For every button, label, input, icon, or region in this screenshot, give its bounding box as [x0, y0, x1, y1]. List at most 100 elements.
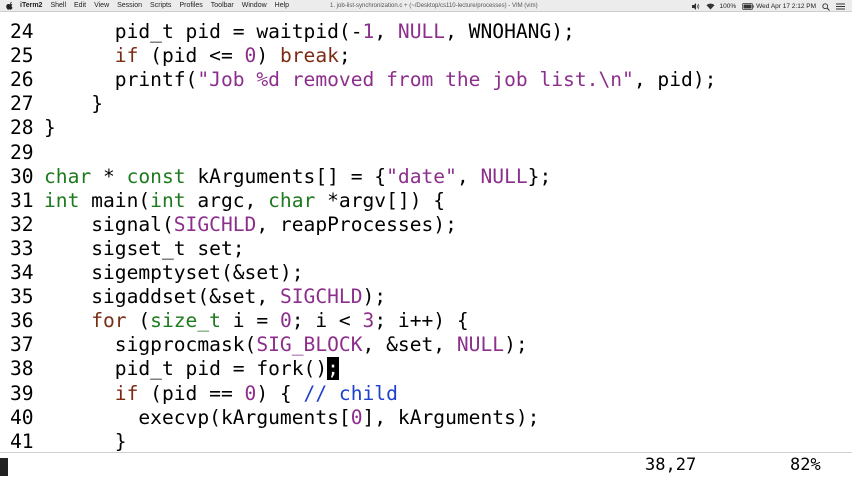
menu-shell[interactable]: Shell [50, 2, 66, 9]
vim-editor-buffer[interactable]: 24 pid_t pid = waitpid(-1, NULL, WNOHANG… [0, 12, 852, 452]
menu-scripts[interactable]: Scripts [150, 2, 171, 9]
code-token: ) { [256, 381, 304, 405]
code-text: } [44, 430, 127, 452]
menu-profiles[interactable]: Profiles [179, 2, 202, 9]
code-text: execvp(kArguments[0], kArguments); [44, 406, 539, 430]
code-token: \n [598, 68, 623, 92]
menu-window[interactable]: Window [242, 2, 267, 9]
code-line[interactable]: 24 pid_t pid = waitpid(-1, NULL, WNOHANG… [0, 20, 575, 44]
code-token: *argv[]) { [315, 188, 446, 212]
code-line[interactable]: 39 if (pid == 0) { // child [0, 382, 398, 406]
status-divider [0, 452, 852, 453]
code-line[interactable]: 26 printf("Job %d removed from the job l… [0, 68, 716, 92]
menubar-app-name[interactable]: iTerm2 [20, 2, 42, 9]
vim-status-line: 38,27 82% [0, 452, 852, 480]
menu-edit[interactable]: Edit [74, 2, 86, 9]
code-line[interactable]: 40 execvp(kArguments[0], kArguments); [0, 406, 539, 430]
code-token: NULL [397, 20, 446, 43]
code-token: char [268, 188, 316, 212]
code-line[interactable]: 28} [0, 116, 56, 140]
code-token: SIGCHLD [279, 285, 363, 309]
code-token: int [44, 188, 80, 212]
code-text: pid_t pid = waitpid(-1, NULL, WNOHANG); [44, 20, 575, 44]
code-token: pid_t pid = waitpid(- [114, 20, 363, 43]
code-text: sigemptyset(&set); [44, 261, 304, 285]
code-line[interactable]: 32 signal(SIGCHLD, reapProcesses); [0, 213, 457, 237]
code-token: sigaddset(&set, [91, 285, 280, 309]
code-line[interactable]: 30 char * const kArguments[] = {"date", N… [0, 165, 551, 189]
code-token: , pid); [633, 68, 717, 92]
code-line[interactable]: 35 sigaddset(&set, SIGCHLD); [0, 285, 386, 309]
spotlight-search-icon[interactable] [822, 2, 830, 11]
code-line[interactable]: 38 pid_t pid = fork(); [0, 357, 339, 381]
code-token: sigset_t set; [91, 236, 245, 260]
code-token: NULL [456, 333, 505, 357]
cursor-position: 38,27 [645, 455, 697, 475]
code-text: if (pid <= 0) break; [44, 44, 351, 68]
menu-view[interactable]: View [94, 2, 109, 9]
code-line[interactable]: 36 for (size_t i = 0; i < 3; i++) { [0, 309, 469, 333]
code-line[interactable]: 33 sigset_t set; [0, 237, 245, 261]
code-token: ; i++) { [374, 309, 469, 333]
menu-toolbar[interactable]: Toolbar [211, 2, 234, 9]
code-token: ) [256, 44, 280, 68]
menubar-status-area: 100% Wed Apr 17 2:12 PM [691, 0, 845, 12]
window-title: 1. job-list-synchronization.c + (~/Deskt… [330, 3, 538, 9]
code-token: execvp(kArguments[ [138, 405, 351, 429]
line-number: 36 [10, 309, 34, 333]
code-token: (pid == [138, 381, 245, 405]
text-cursor: ; [327, 357, 339, 381]
code-token: signal( [91, 212, 174, 236]
code-token: , &set, [362, 333, 457, 357]
code-text: char * const kArguments[] = {"date", NUL… [44, 165, 551, 189]
code-token: (pid <= [138, 44, 245, 68]
code-token: NULL [480, 164, 528, 188]
apple-menu-icon[interactable] [6, 1, 14, 10]
code-line[interactable]: 41 } [0, 430, 127, 452]
battery-icon[interactable] [742, 2, 754, 10]
menu-help[interactable]: Help [275, 2, 289, 9]
code-token: // child [303, 381, 398, 405]
code-token: sigprocmask( [114, 333, 257, 357]
code-token: 3 [362, 309, 375, 333]
line-number: 30 [10, 164, 34, 188]
code-line[interactable]: 31 int main(int argc, char *argv[]) { [0, 189, 445, 213]
code-line[interactable]: 34 sigemptyset(&set); [0, 261, 304, 285]
code-line[interactable]: 29 [0, 141, 44, 165]
code-token: ], kArguments); [362, 405, 540, 429]
line-number: 27 [10, 92, 34, 116]
code-token: 0 [244, 381, 257, 405]
code-token: "Job [197, 68, 257, 92]
code-text: } [44, 116, 56, 140]
notification-center-icon[interactable] [836, 3, 845, 10]
code-token: int [150, 188, 186, 212]
line-number: 32 [10, 212, 34, 236]
code-text: sigset_t set; [44, 236, 245, 261]
code-token: SIGCHLD [173, 212, 257, 236]
code-token: , [456, 164, 481, 188]
code-token: removed from the job list. [279, 68, 599, 92]
terminal-left-marker [0, 458, 8, 476]
wifi-icon[interactable] [706, 3, 715, 10]
code-token: kArguments[] = { [185, 164, 387, 188]
code-token: const [126, 164, 186, 188]
code-token: " [622, 68, 634, 92]
code-token: 0 [244, 44, 257, 68]
code-token: * [91, 164, 127, 188]
code-token: } [91, 92, 103, 116]
code-text: } [44, 92, 103, 116]
code-line[interactable]: 37 sigprocmask(SIG_BLOCK, &set, NULL); [0, 333, 528, 357]
code-line[interactable]: 25 if (pid <= 0) break; [0, 44, 351, 68]
volume-icon[interactable] [691, 2, 700, 10]
line-number: 40 [10, 405, 34, 429]
code-text: int main(int argc, char *argv[]) { [44, 189, 445, 213]
code-token: 1 [362, 20, 375, 43]
macos-menubar: iTerm2 Shell Edit View Session Scripts P… [0, 0, 852, 12]
code-line[interactable]: 27 } [0, 92, 103, 116]
menu-session[interactable]: Session [117, 2, 142, 9]
code-token: 0 [350, 405, 363, 429]
code-token: SIG_BLOCK [256, 333, 363, 357]
battery-percent: 100% [719, 2, 737, 10]
code-text: if (pid == 0) { // child [44, 382, 398, 406]
code-token: sigemptyset(&set); [91, 261, 304, 284]
